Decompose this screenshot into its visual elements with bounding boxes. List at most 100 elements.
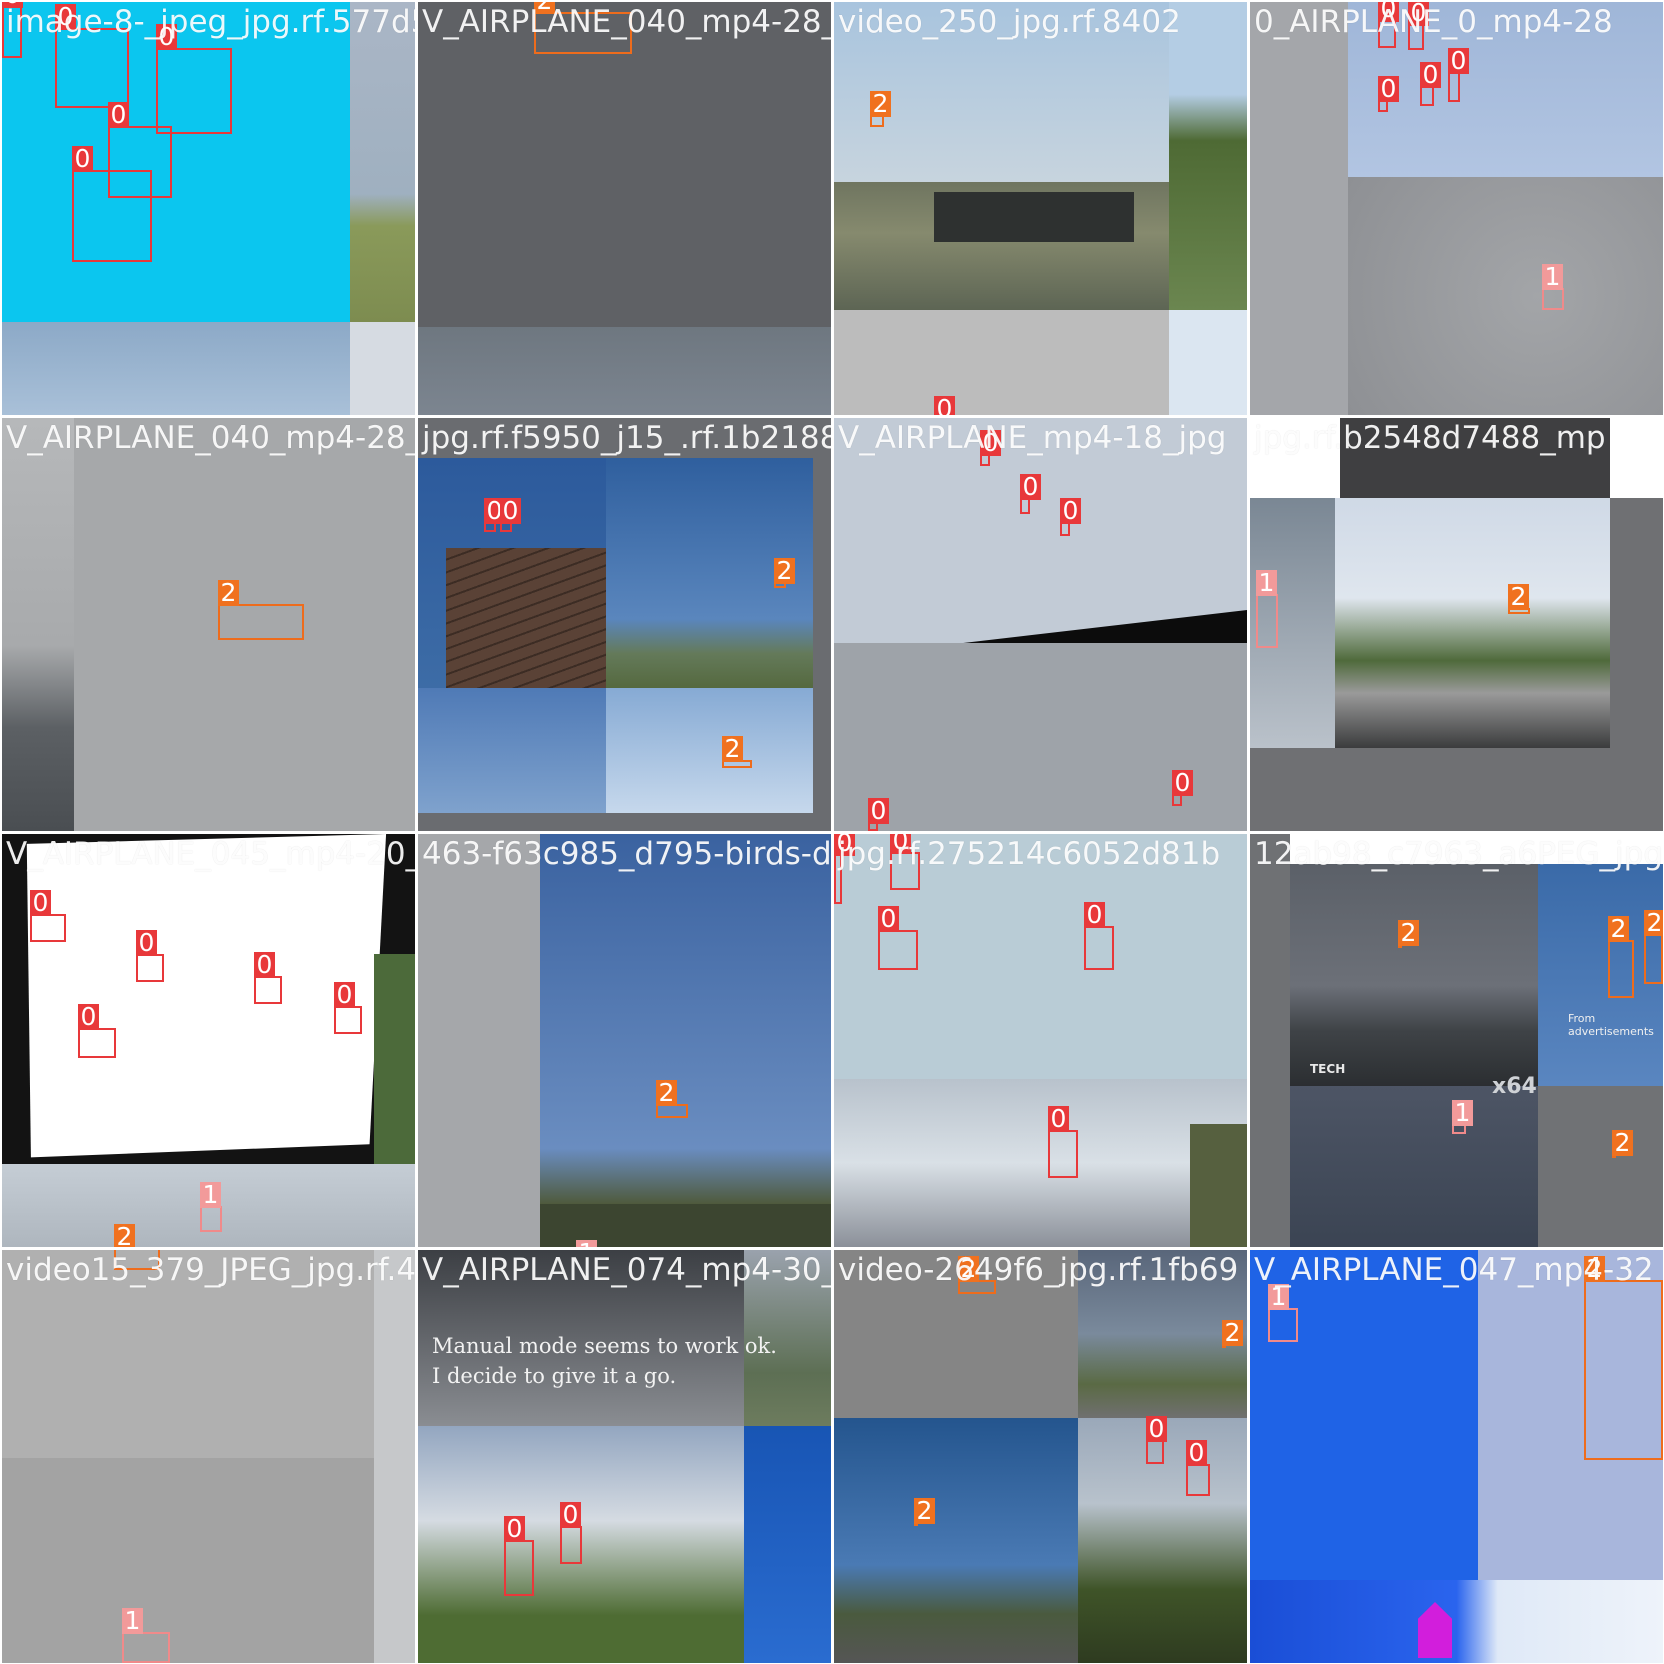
grey-lower <box>834 310 1169 415</box>
sky-lower-right <box>350 322 415 415</box>
tile-3: 2 0 video_250_jpg.rf.8402 <box>834 2 1247 415</box>
bbox: 1 <box>1541 264 1564 310</box>
tile-1: 0 0 0 0 0 image-8-_jpeg_jpg.rf.577d5660A… <box>2 2 415 415</box>
tile-16: 1 2 V_AIRPLANE_047_mp4-32 <box>1250 1250 1663 1663</box>
bbox: 1 <box>1451 1100 1474 1134</box>
sky-lower <box>418 327 831 415</box>
bbox: 0 <box>559 1502 582 1564</box>
tile-11: 0 0 0 0 0 jpg.rf.275214c6052d81b <box>834 834 1247 1247</box>
tile-12: TECH x64 From advertisements 2 2 2 1 2 1… <box>1250 834 1663 1247</box>
caption-line-1: Manual mode seems to work ok. <box>432 1334 777 1358</box>
tile-5: 2 V_AIRPLANE_040_mp4-28_jpg.rf.1b2188da7… <box>2 418 415 831</box>
tile-filename: jpg.rf.275214c6052d81b <box>838 836 1221 872</box>
overcast <box>1348 177 1663 415</box>
airport-strip <box>2 418 74 831</box>
grey-left <box>1250 2 1348 415</box>
bbox: 2 <box>869 91 892 127</box>
bbox: 2 <box>1583 1256 1663 1460</box>
bbox: 0 <box>1059 498 1082 536</box>
bbox: 0 <box>867 798 890 831</box>
tile-14: Manual mode seems to work ok. I decide t… <box>418 1250 831 1663</box>
grey-lower <box>2 1458 374 1663</box>
sky-field <box>606 458 831 688</box>
bbox: 0 <box>29 890 66 942</box>
grey-frame-bottom <box>418 813 831 831</box>
bbox: 2 <box>1643 910 1663 984</box>
tile-10: 2 1 463-f63c985_d795-birds-dive <box>418 834 831 1247</box>
x64-stamp: x64 <box>1492 1074 1537 1099</box>
bbox: 0 <box>1377 76 1400 112</box>
tree-right <box>374 954 415 1164</box>
grey-left <box>418 834 540 1247</box>
bbox: 0 <box>155 24 232 134</box>
bbox: 0 <box>1447 48 1470 102</box>
bbox: 1 <box>1255 570 1278 648</box>
tile-filename: image-8-_jpeg_jpg.rf.577d5660ABB42e6ba08… <box>6 4 415 40</box>
tile-filename: video15_379_JPEG_jpg.rf.4d <box>6 1252 415 1288</box>
tile-7: 0 0 0 0 0 V_AIRPLANE_mp4-18_jpg <box>834 418 1247 831</box>
bbox: 0 <box>499 498 522 532</box>
grey-frame-right <box>813 458 831 831</box>
sky-lower-right <box>606 688 831 813</box>
grey-left <box>1250 834 1290 1247</box>
tile-2: 2 V_AIRPLANE_040_mp4-28_ <box>418 2 831 415</box>
cloud-sky <box>834 1079 1247 1247</box>
sky-lower-left <box>418 688 606 813</box>
tile-6: 0 0 2 2 jpg.rf.f5950_j15_.rf.1b2188 <box>418 418 831 831</box>
sky-lower <box>834 643 1247 831</box>
caption-line-2: I decide to give it a go. <box>432 1364 677 1388</box>
tile-13: 2 1 video15_379_JPEG_jpg.rf.4d <box>2 1250 415 1663</box>
blue-sky <box>540 834 831 1204</box>
tree-right <box>1190 1124 1247 1247</box>
bbox: 0 <box>1019 474 1042 514</box>
bbox: 2 <box>1607 916 1634 998</box>
roof-tiles <box>446 548 606 688</box>
grey-upper-right <box>374 1250 415 1663</box>
dusk-forest <box>1290 864 1538 1086</box>
grey-fill-right <box>1610 498 1663 748</box>
bbox: 0 <box>1047 1106 1078 1178</box>
bbox: 2 <box>217 580 304 640</box>
bbox: 0 <box>333 982 362 1034</box>
tile-8: 1 2 jpg.rf.b2548d7488_mp <box>1250 418 1663 831</box>
bbox: 0 <box>483 498 506 532</box>
field-strip <box>350 2 415 322</box>
bbox: 2 <box>721 736 752 768</box>
tile-filename: V_AIRPLANE_074_mp4-30_ <box>422 1252 831 1288</box>
bbox: 2 <box>1611 1130 1634 1158</box>
grey-lower-right <box>1538 1086 1663 1247</box>
bbox: 1 <box>121 1608 170 1663</box>
sky-blue-lower <box>834 1418 1078 1663</box>
road-scene <box>1335 498 1610 748</box>
tile-filename: V_AIRPLANE_040_mp4-28_jpg.rf.1b2188da7a2… <box>6 420 415 456</box>
tile-filename: 463-f63c985_d795-birds-dive <box>422 836 831 872</box>
ocean <box>1290 1086 1538 1247</box>
tile-filename: 12ab98_c7963_a6PEG_jpg.rf. <box>1254 836 1663 872</box>
tile-filename: V_AIRPLANE_mp4-18_jpg <box>838 420 1227 456</box>
bbox: 2 <box>1221 1320 1244 1348</box>
bbox: 1 <box>1267 1284 1298 1342</box>
blue-panel <box>744 1426 831 1663</box>
tile-4: 0 0 0 0 0 1 0_AIRPLANE_0_mp4-28 <box>1250 2 1663 415</box>
blue-lower <box>1250 1580 1663 1663</box>
bbox: 0 <box>1185 1440 1210 1496</box>
tile-filename: video-2649f6_jpg.rf.1fb69 <box>838 1252 1239 1288</box>
bbox: 1 <box>199 1182 222 1232</box>
tile-9: 0 0 0 0 0 1 2 V_AIRPLANE_045_mp4-20_ <box>2 834 415 1247</box>
bbox: 0 <box>77 1004 116 1058</box>
tile-filename: jpg.rf.b2548d7488_mp <box>1254 420 1606 456</box>
tile-15: 2 2 0 0 2 video-2649f6_jpg.rf.1fb69 <box>834 1250 1247 1663</box>
sky-lower <box>2 322 350 415</box>
sky-lower-right <box>1169 310 1247 415</box>
bbox: 2 <box>1397 920 1420 948</box>
bbox: 0 <box>877 906 918 970</box>
ads-text: From advertisements <box>1568 1012 1654 1038</box>
bbox: 0 <box>1145 1416 1168 1464</box>
tile-filename: V_AIRPLANE_047_mp4-32 <box>1254 1252 1654 1288</box>
bbox: 0 <box>1171 770 1194 806</box>
tech-stamp: TECH <box>1310 1062 1346 1076</box>
tile-filename: jpg.rf.f5950_j15_.rf.1b2188 <box>422 420 831 456</box>
detection-mosaic: 0 0 0 0 0 image-8-_jpeg_jpg.rf.577d5660A… <box>0 0 1664 1664</box>
bbox: 2 <box>773 558 796 588</box>
tree-right <box>1169 2 1247 310</box>
